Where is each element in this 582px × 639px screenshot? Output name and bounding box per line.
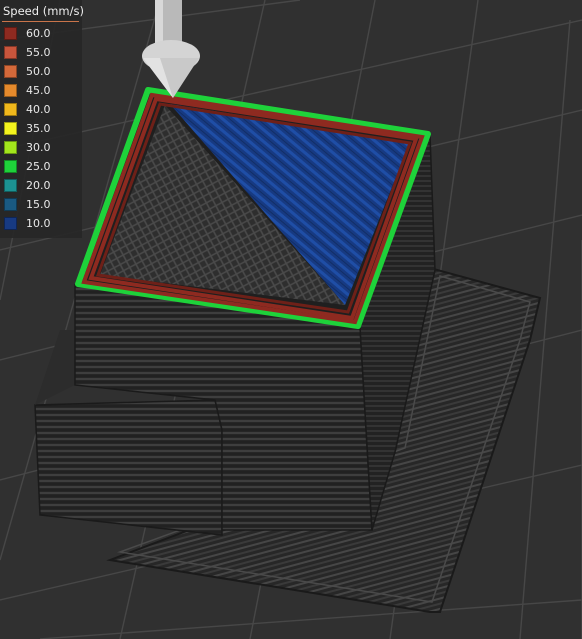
legend-label: 25.0 xyxy=(26,160,51,173)
legend-label: 15.0 xyxy=(26,198,51,211)
speed-legend: Speed (mm/s) 60.0 55.0 50.0 45.0 40.0 35.0 30.… xyxy=(0,0,84,238)
legend-swatch xyxy=(4,103,17,116)
legend-swatch xyxy=(4,65,17,78)
legend-swatch xyxy=(4,46,17,59)
legend-label: 10.0 xyxy=(26,217,51,230)
legend-swatch xyxy=(4,179,17,192)
legend-swatch xyxy=(4,198,17,211)
legend-label: 45.0 xyxy=(26,84,51,97)
legend-item: 25.0 xyxy=(0,157,82,176)
legend-item: 60.0 xyxy=(0,24,82,43)
legend-divider xyxy=(2,21,79,22)
legend-swatch xyxy=(4,122,17,135)
legend-swatch xyxy=(4,27,17,40)
legend-item: 50.0 xyxy=(0,62,82,81)
legend-swatch xyxy=(4,84,17,97)
legend-label: 35.0 xyxy=(26,122,51,135)
legend-label: 60.0 xyxy=(26,27,51,40)
legend-title: Speed (mm/s) xyxy=(3,4,84,18)
legend-label: 30.0 xyxy=(26,141,51,154)
gcode-preview-viewport[interactable] xyxy=(0,0,582,639)
legend-item: 35.0 xyxy=(0,119,82,138)
legend-swatch xyxy=(4,141,17,154)
legend-item: 40.0 xyxy=(0,100,82,119)
legend-label: 40.0 xyxy=(26,103,51,116)
legend-item: 30.0 xyxy=(0,138,82,157)
legend-label: 50.0 xyxy=(26,65,51,78)
legend-item: 20.0 xyxy=(0,176,82,195)
legend-swatch xyxy=(4,160,17,173)
legend-item: 55.0 xyxy=(0,43,82,62)
legend-label: 20.0 xyxy=(26,179,51,192)
legend-label: 55.0 xyxy=(26,46,51,59)
legend-item: 45.0 xyxy=(0,81,82,100)
legend-item: 10.0 xyxy=(0,214,82,233)
legend-item: 15.0 xyxy=(0,195,82,214)
legend-swatch xyxy=(4,217,17,230)
